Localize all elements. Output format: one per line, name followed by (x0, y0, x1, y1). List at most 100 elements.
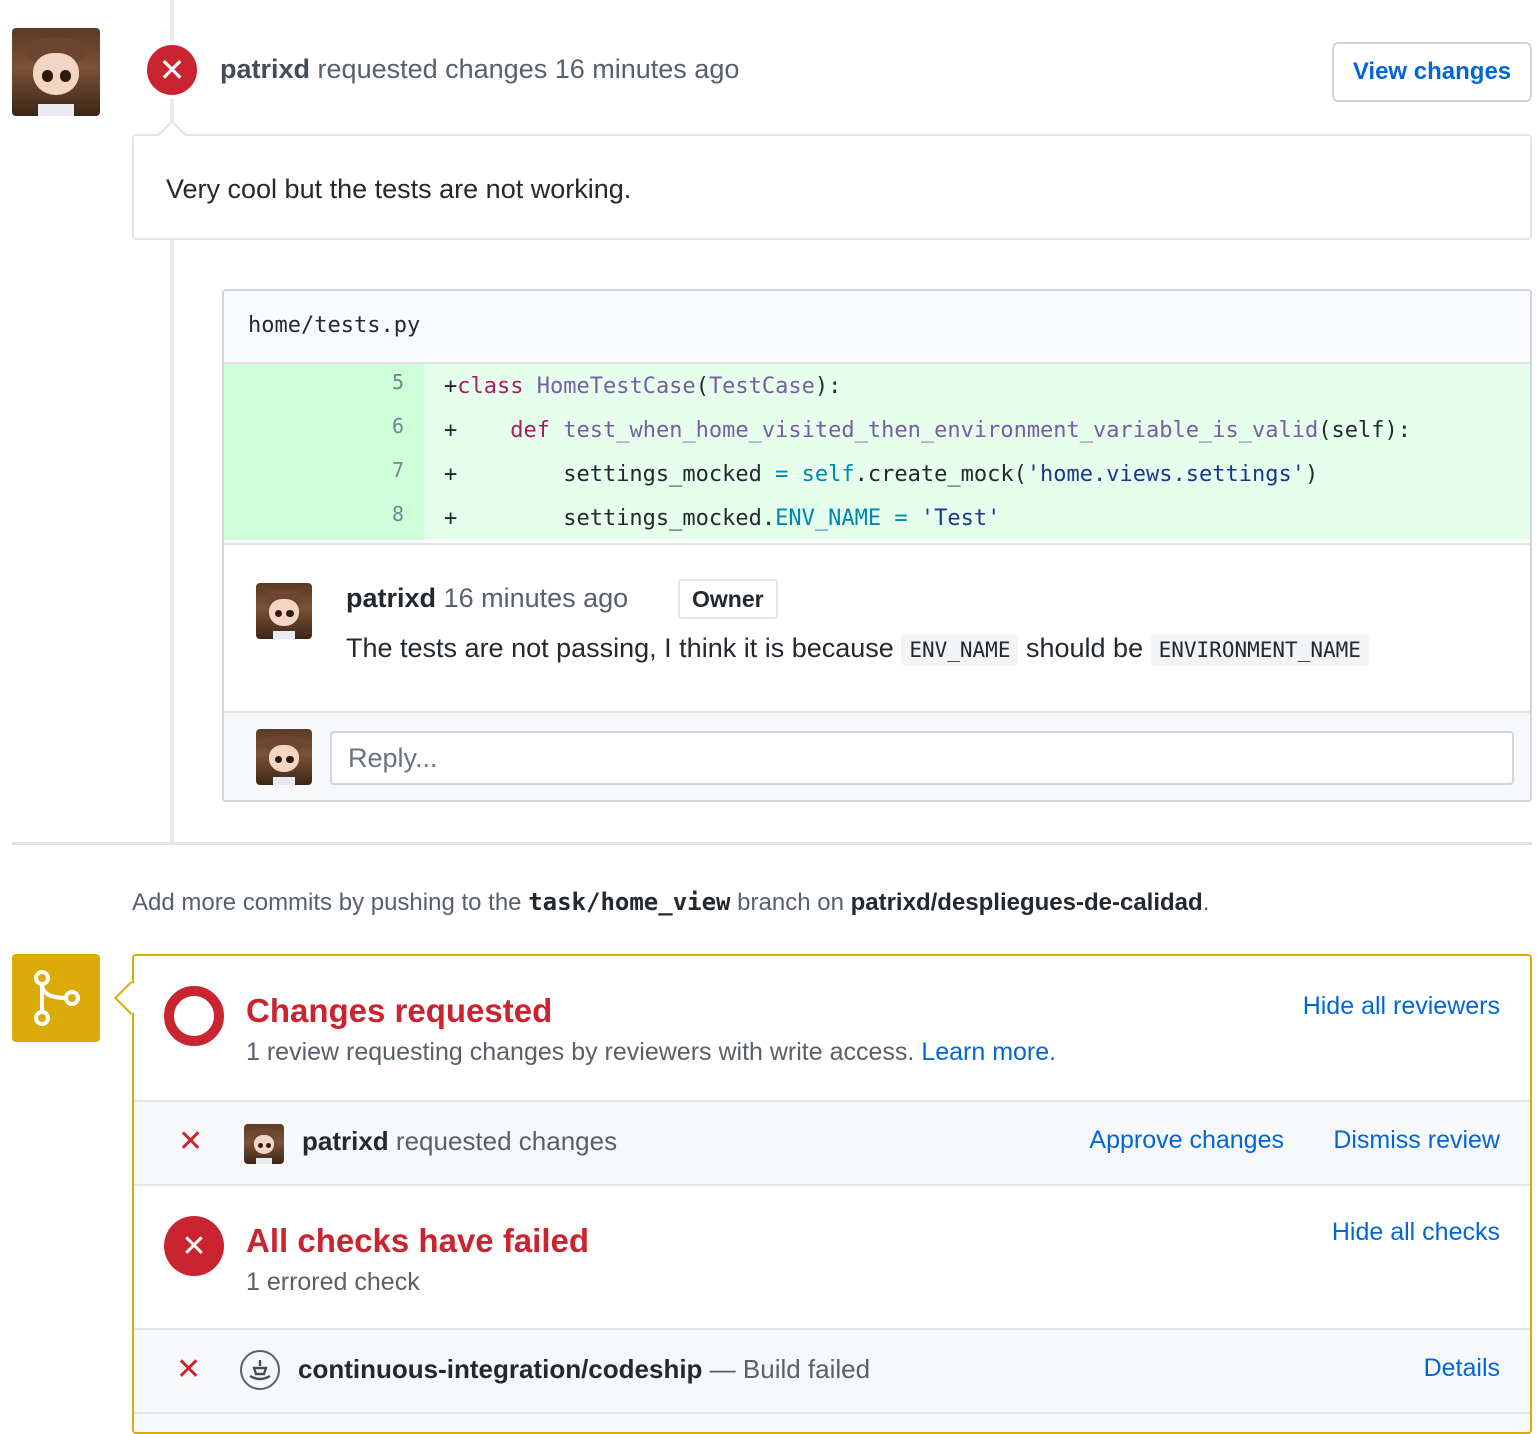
git-merge-icon (12, 954, 100, 1042)
diff-prefix: + (444, 373, 458, 399)
reviewer-name[interactable]: patrixd (302, 1126, 389, 1156)
review-action: requested changes (317, 54, 548, 84)
x-icon: ✕ (164, 1216, 224, 1276)
inline-comment-header: patrixd 16 minutes ago (346, 583, 628, 614)
avatar[interactable] (12, 28, 100, 116)
learn-more-link[interactable]: Learn more. (921, 1038, 1056, 1066)
x-icon: ✕ (176, 1353, 202, 1386)
comment-text: The tests are not passing, I think it is… (346, 633, 894, 663)
check-text: continuous-integration/codeship — Build … (298, 1354, 870, 1385)
code-line: 7 + settings_mocked = self.create_mock('h… (224, 452, 1530, 496)
push-note-text: Add more commits by pushing to the (132, 889, 522, 916)
branch-name[interactable]: task/home_view (528, 888, 730, 916)
diff-prefix: + (444, 417, 458, 443)
avatar (256, 729, 312, 785)
comment-text: should be (1025, 633, 1144, 663)
file-path[interactable]: home/tests.py (224, 291, 1530, 364)
inline-comment-body: The tests are not passing, I think it is… (346, 633, 1369, 666)
divider (12, 842, 1532, 845)
review-header: patrixd requested changes 16 minutes ago (220, 54, 739, 85)
inline-code: ENV_NAME (901, 634, 1019, 666)
line-number[interactable]: 6 (224, 408, 424, 452)
details-link[interactable]: Details (1424, 1354, 1500, 1383)
diff-prefix: + (444, 505, 458, 531)
changes-requested-subtitle: 1 review requesting changes by reviewers… (246, 1038, 1056, 1067)
dismiss-review-link[interactable]: Dismiss review (1333, 1126, 1500, 1155)
code-token: (self): (1318, 417, 1411, 443)
reply-input[interactable]: Reply... (330, 731, 1514, 785)
code-token: 'home.views.settings' (1026, 461, 1305, 487)
check-status: — Build failed (709, 1354, 871, 1384)
reply-bar: Reply... (224, 711, 1530, 800)
code-token: self (801, 461, 855, 487)
checks-section: ✕ All checks have failed 1 errored check… (134, 1184, 1530, 1328)
avatar[interactable] (256, 583, 312, 639)
code-token: class (457, 373, 524, 399)
push-note: Add more commits by pushing to the task/… (132, 888, 1209, 917)
codeship-icon (240, 1350, 280, 1390)
line-number[interactable]: 7 (224, 452, 424, 496)
code-token: def (510, 417, 550, 443)
reviewer-action: requested changes (395, 1126, 618, 1156)
code-lines: 5 +class HomeTestCase(TestCase): 6 + def te… (224, 364, 1530, 540)
inline-comment-author[interactable]: patrixd (346, 583, 436, 613)
push-note-text: . (1202, 889, 1210, 916)
code-token: .create_mock( (854, 461, 1027, 487)
code-token: test_when_home_visited_then_environment_… (563, 417, 1319, 443)
checks-title: All checks have failed (246, 1222, 590, 1259)
code-line: 5 +class HomeTestCase(TestCase): (224, 364, 1530, 408)
approve-changes-link[interactable]: Approve changes (1089, 1126, 1284, 1155)
code-text: + settings_mocked = self.create_mock('ho… (424, 462, 1318, 487)
code-token: settings_mocked (457, 461, 776, 487)
code-token: = (894, 505, 908, 531)
merge-box: Changes requested 1 review requesting ch… (132, 954, 1532, 1434)
line-number[interactable]: 8 (224, 496, 424, 540)
push-note-text: branch on (737, 889, 844, 916)
x-icon: ✕ (144, 42, 200, 98)
subtitle-text: 1 review requesting changes by reviewers… (246, 1038, 915, 1066)
review-author[interactable]: patrixd (220, 54, 310, 84)
code-line: 6 + def test_when_home_visited_then_envir… (224, 408, 1530, 452)
merge-box-footer (134, 1412, 1530, 1432)
code-token: settings_mocked. (457, 505, 776, 531)
changes-requested-title: Changes requested (246, 992, 553, 1029)
checks-subtitle: 1 errored check (246, 1268, 420, 1296)
status-ring-icon (164, 986, 224, 1046)
code-text: + def test_when_home_visited_then_enviro… (424, 418, 1411, 443)
code-text: +class HomeTestCase(TestCase): (424, 374, 841, 399)
code-line: 8 + settings_mocked.ENV_NAME = 'Test' (224, 496, 1530, 540)
review-comment-body: Very cool but the tests are not working. (166, 174, 632, 204)
file-diff: home/tests.py 5 +class HomeTestCase(TestC… (222, 289, 1532, 802)
review-time[interactable]: 16 minutes ago (555, 54, 740, 84)
code-token: ): (814, 373, 842, 399)
line-number[interactable]: 5 (224, 364, 424, 408)
code-token: HomeTestCase (536, 373, 696, 399)
repo-name[interactable]: patrixd/despliegues-de-calidad (851, 889, 1203, 916)
check-name: continuous-integration/codeship (298, 1354, 703, 1384)
view-changes-button[interactable]: View changes (1332, 42, 1532, 102)
inline-comment-time[interactable]: 16 minutes ago (444, 583, 629, 613)
inline-code: ENVIRONMENT_NAME (1150, 634, 1369, 666)
code-token: = (775, 461, 789, 487)
inline-comment: patrixd 16 minutes ago Owner The tests a… (224, 543, 1530, 713)
code-text: + settings_mocked.ENV_NAME = 'Test' (424, 506, 1000, 531)
avatar[interactable] (244, 1124, 284, 1164)
check-row: ✕ continuous-integration/codeship — Buil… (134, 1328, 1530, 1412)
reviewer-row: ✕ patrixd requested changes Approve chan… (134, 1100, 1530, 1184)
diff-prefix: + (444, 461, 458, 487)
code-token: ) (1304, 461, 1319, 487)
hide-reviewers-link[interactable]: Hide all reviewers (1303, 992, 1500, 1021)
changes-requested-section: Changes requested 1 review requesting ch… (134, 956, 1530, 1100)
review-comment: Very cool but the tests are not working. (132, 119, 1532, 240)
reviewer-text: patrixd requested changes (302, 1126, 617, 1157)
owner-badge: Owner (678, 579, 778, 619)
code-token: TestCase (708, 373, 815, 399)
code-token: ( (695, 373, 709, 399)
hide-checks-link[interactable]: Hide all checks (1332, 1218, 1500, 1247)
code-token: 'Test' (920, 505, 1001, 531)
